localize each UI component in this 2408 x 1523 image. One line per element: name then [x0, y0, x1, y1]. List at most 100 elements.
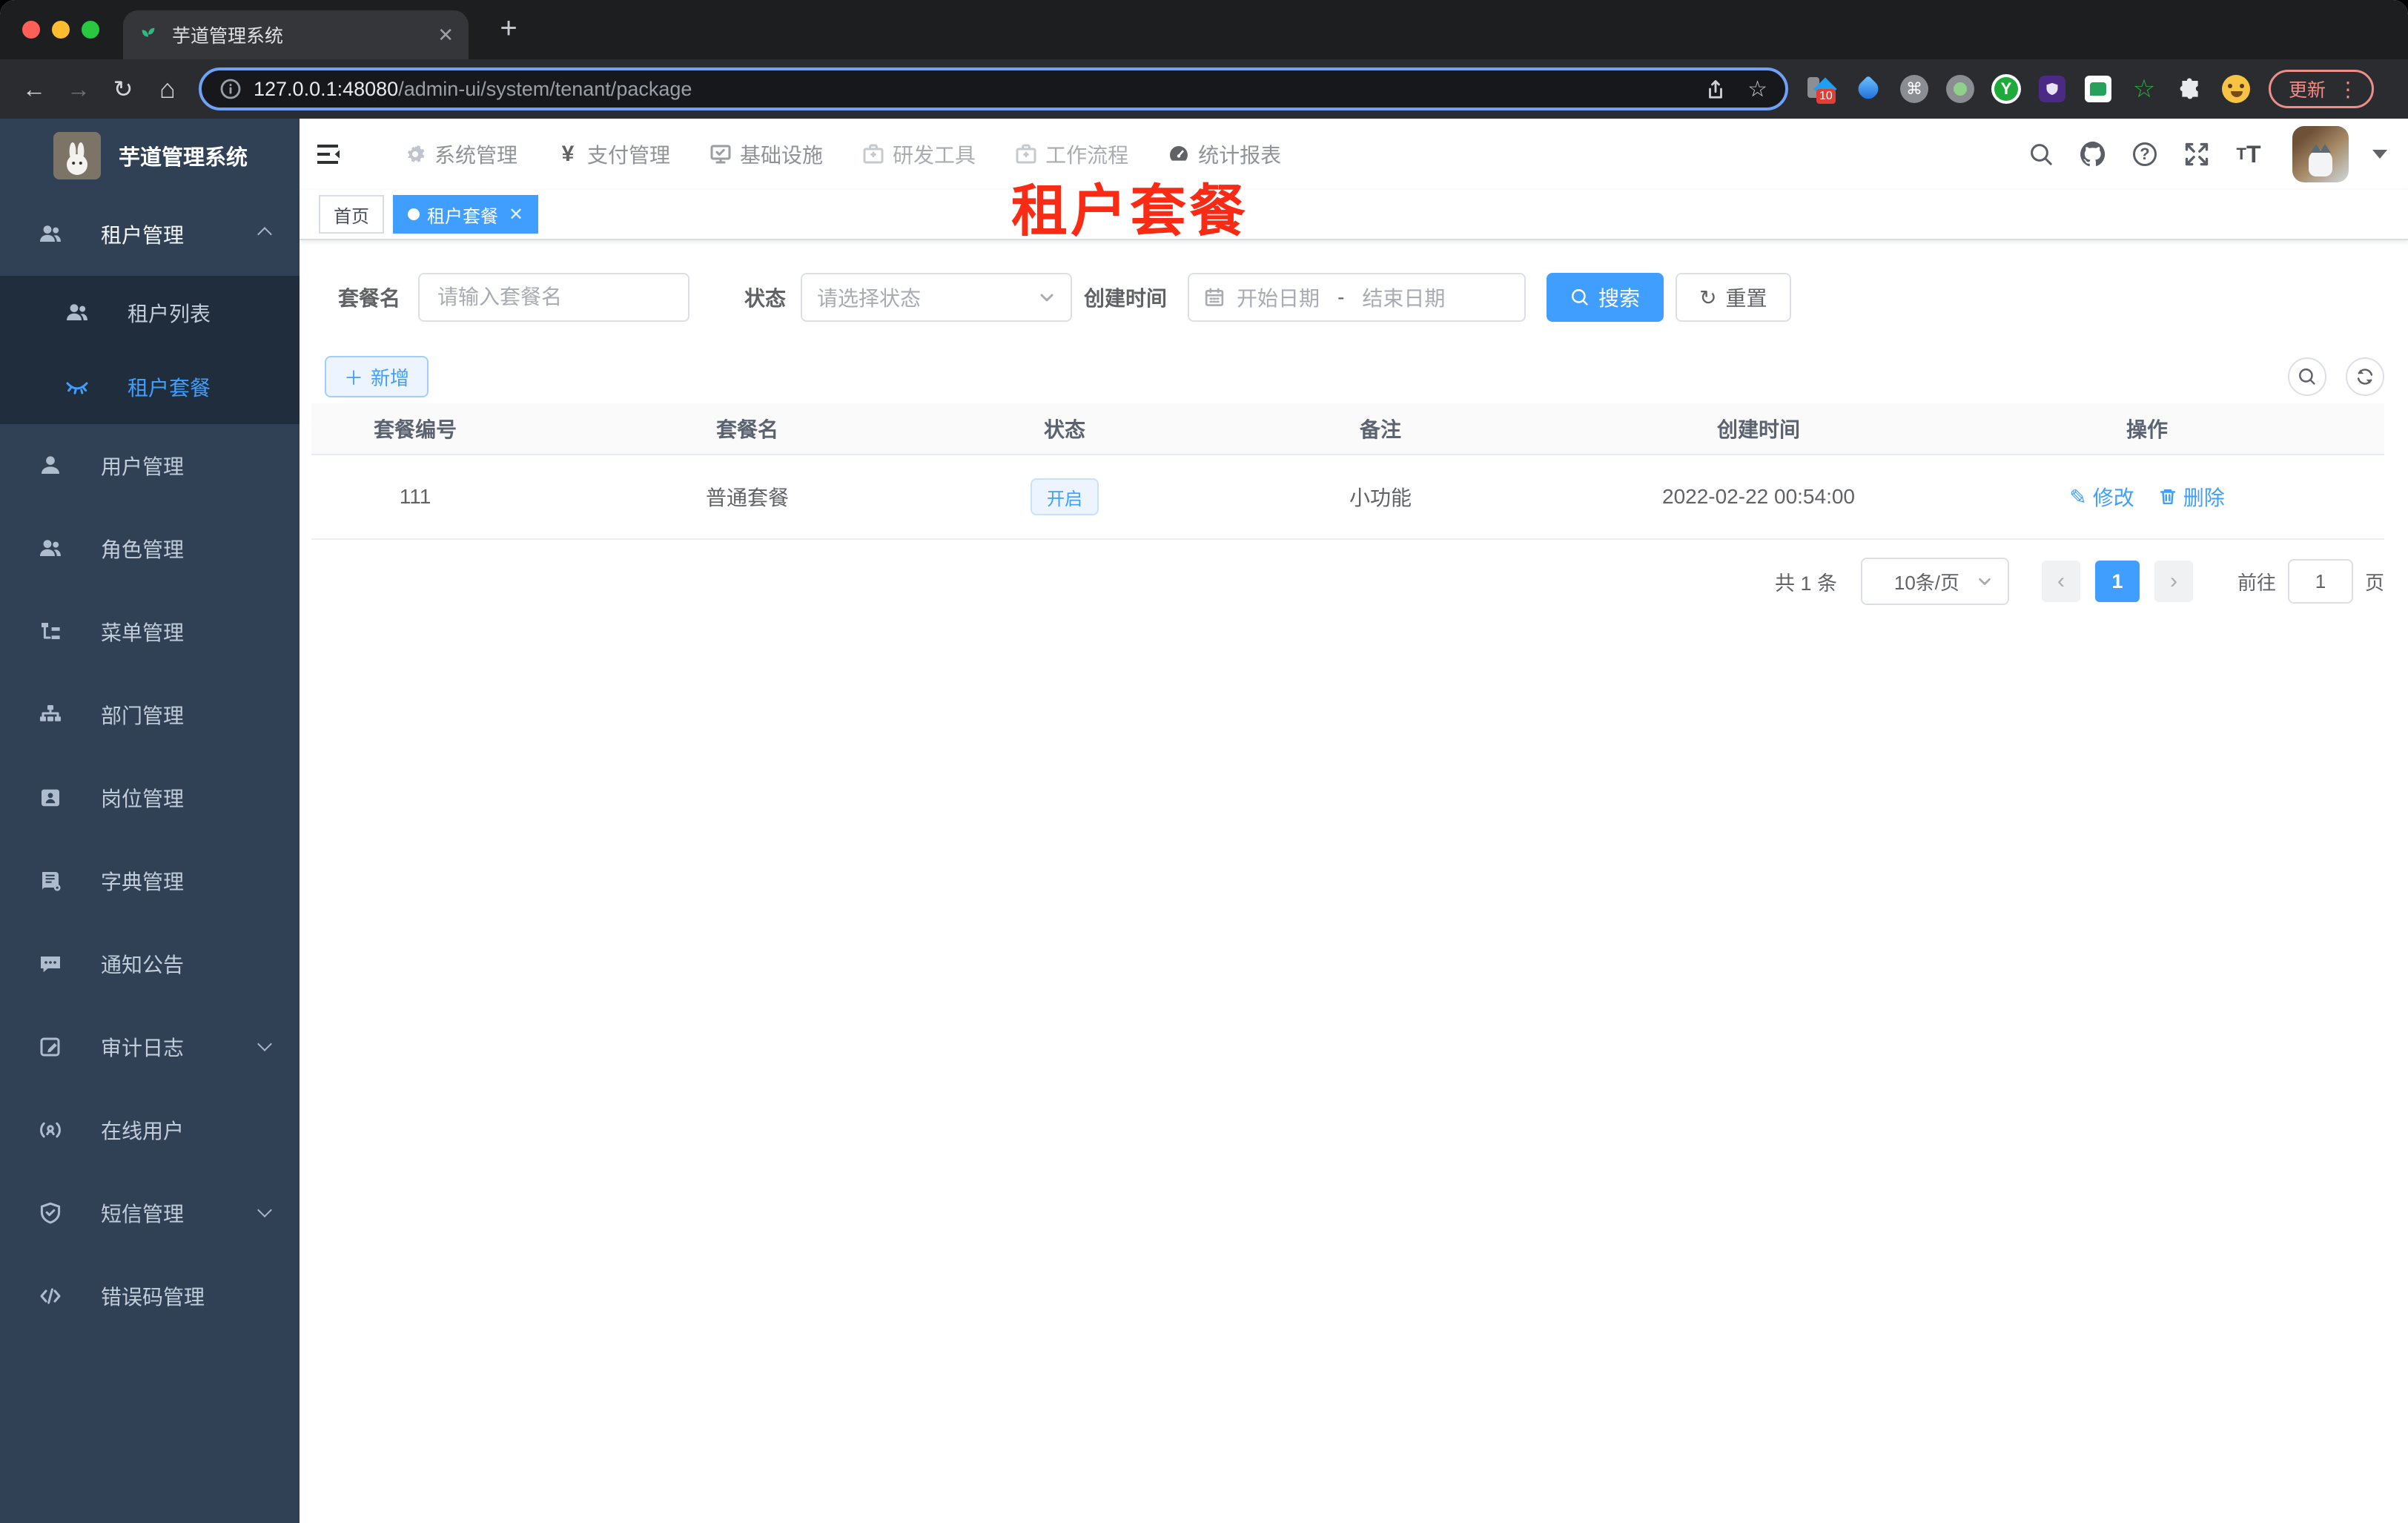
sidebar-item-online-users[interactable]: 在线用户 — [0, 1088, 300, 1172]
topnav-item-system[interactable]: 系统管理 — [403, 139, 517, 169]
sidebar-item-label: 短信管理 — [101, 1203, 185, 1226]
sidebar-item-label: 审计日志 — [101, 1037, 185, 1060]
minimize-window-button[interactable] — [52, 21, 70, 39]
status-placeholder: 请选择状态 — [817, 287, 922, 310]
delete-link[interactable]: 删除 — [2158, 482, 2225, 512]
url-host: 127.0.0.1:48080 — [254, 77, 399, 100]
topnav-label: 研发工具 — [893, 144, 976, 167]
chevron-up-icon — [257, 227, 272, 242]
package-name-input[interactable] — [418, 273, 690, 322]
sidebar-item-notice[interactable]: 通知公告 — [0, 922, 300, 1005]
tag-home[interactable]: 首页 — [319, 195, 384, 234]
sidebar-item-post-management[interactable]: 岗位管理 — [0, 756, 300, 839]
extension-icon[interactable] — [1945, 74, 1975, 104]
browser-tab[interactable]: 芋道管理系统 ✕ — [123, 10, 469, 59]
sidebar-item-sms-management[interactable]: 短信管理 — [0, 1172, 300, 1255]
extension-icon[interactable]: ☆ — [2129, 74, 2159, 104]
col-header: 状态 — [1043, 418, 1085, 441]
tab-title: 芋道管理系统 — [172, 26, 284, 47]
filter-date-label: 创建时间 — [1084, 287, 1168, 310]
sidebar-item-user-management[interactable]: 用户管理 — [0, 424, 300, 507]
prev-page-button[interactable]: ‹ — [2041, 561, 2080, 602]
back-icon[interactable]: ← — [15, 70, 53, 108]
sidebar-item-dept-management[interactable]: 部门管理 — [0, 673, 300, 756]
col-header: 创建时间 — [1716, 418, 1800, 441]
maximize-window-button[interactable] — [82, 21, 99, 39]
page-jump-input[interactable] — [2287, 559, 2353, 604]
new-tab-button[interactable]: + — [489, 12, 528, 45]
search-icon[interactable] — [2027, 140, 2055, 168]
fullscreen-icon[interactable] — [2183, 140, 2211, 168]
extension-icon[interactable] — [2221, 74, 2251, 104]
topnav-item-infra[interactable]: 基础设施 — [709, 139, 823, 169]
sidebar-menu: 租户管理 租户列表 租户套餐 用户管理 角色管理 菜单管理 部门管理 岗位管理 … — [0, 193, 300, 1338]
main-area: 系统管理 ¥ 支付管理 基础设施 研发工具 工作流程 统计报表 ? T T 首页… — [300, 119, 2408, 1523]
github-icon[interactable] — [2079, 140, 2107, 168]
tag-close-icon[interactable]: ✕ — [509, 204, 523, 225]
extension-icon[interactable]: ⌘ — [1899, 74, 1929, 104]
sidebar-item-tenant-management[interactable]: 租户管理 — [0, 193, 300, 276]
page-content: 套餐名 状态 请选择状态 创建时间 开始日期 - 结束日期 — [300, 240, 2408, 1523]
reset-button[interactable]: ↻ 重置 — [1676, 273, 1791, 322]
search-button[interactable]: 搜索 — [1547, 273, 1664, 322]
sidebar-item-dict-management[interactable]: 字典管理 — [0, 839, 300, 922]
dashboard-icon — [1167, 142, 1191, 166]
topnav-item-payment[interactable]: ¥ 支付管理 — [556, 139, 670, 169]
update-label: 更新 — [2289, 80, 2326, 101]
sidebar-item-label: 错误码管理 — [101, 1286, 205, 1309]
extension-icon[interactable] — [1853, 74, 1883, 104]
extension-icon[interactable]: Y — [1991, 74, 2021, 104]
filter-name-label: 套餐名 — [338, 287, 401, 310]
cell-remark: 小功能 — [1349, 486, 1412, 509]
search-button-label: 搜索 — [1598, 287, 1641, 310]
add-button[interactable]: ＋ 新增 — [325, 356, 429, 397]
home-icon[interactable]: ⌂ — [148, 70, 187, 108]
extensions-puzzle-icon[interactable] — [2175, 74, 2205, 104]
date-range-picker[interactable]: 开始日期 - 结束日期 — [1188, 273, 1526, 322]
help-icon[interactable]: ? — [2131, 140, 2159, 168]
bookmark-star-icon[interactable]: ☆ — [1747, 76, 1767, 102]
refresh-table-button[interactable] — [2346, 357, 2384, 396]
users-icon — [65, 301, 89, 325]
browser-update-chip[interactable]: 更新 ⋮ — [2269, 70, 2375, 108]
topnav-label: 系统管理 — [434, 144, 518, 167]
reset-button-label: 重置 — [1725, 287, 1767, 310]
close-window-button[interactable] — [22, 21, 40, 39]
url-bar[interactable]: 127.0.0.1:48080/admin-ui/system/tenant/p… — [199, 67, 1788, 110]
plus-icon: ＋ — [344, 366, 364, 389]
delete-label: 删除 — [2183, 486, 2225, 509]
next-page-button[interactable]: › — [2154, 561, 2193, 602]
browser-menu-icon[interactable]: ⋮ — [2338, 77, 2358, 102]
table-row[interactable]: 111 普通套餐 开启 小功能 2022-02-22 00:54:00 ✎ 修改 … — [311, 455, 2384, 540]
sidebar-collapse-icon[interactable] — [311, 138, 344, 171]
sidebar-item-menu-management[interactable]: 菜单管理 — [0, 590, 300, 673]
toggle-search-button[interactable] — [2288, 357, 2326, 396]
user-avatar[interactable] — [2292, 126, 2349, 182]
share-icon[interactable] — [1704, 78, 1727, 100]
font-size-icon[interactable]: TT — [2235, 140, 2263, 168]
tag-tenant-package[interactable]: 租户套餐 ✕ — [393, 195, 539, 234]
sidebar-item-tenant-list[interactable]: 租户列表 — [0, 276, 300, 350]
avatar-caret-icon[interactable] — [2372, 150, 2387, 166]
sidebar-item-error-code[interactable]: 错误码管理 — [0, 1255, 300, 1338]
refresh-icon: ↻ — [1699, 285, 1717, 309]
extension-icon[interactable] — [2083, 74, 2113, 104]
edit-link[interactable]: ✎ 修改 — [2069, 482, 2134, 512]
topnav-item-workflow[interactable]: 工作流程 — [1014, 139, 1128, 169]
status-select[interactable]: 请选择状态 — [801, 273, 1073, 322]
site-info-icon[interactable] — [219, 78, 242, 100]
forward-icon[interactable]: → — [59, 70, 98, 108]
current-page-button[interactable]: 1 — [2094, 561, 2140, 602]
page-size-select[interactable]: 10条/页 — [1860, 558, 2009, 605]
sidebar-item-role-management[interactable]: 角色管理 — [0, 507, 300, 590]
topnav-item-devtools[interactable]: 研发工具 — [861, 139, 976, 169]
topnav-item-reports[interactable]: 统计报表 — [1167, 139, 1281, 169]
filter-status-label: 状态 — [744, 287, 787, 310]
sidebar-item-audit-log[interactable]: 审计日志 — [0, 1005, 300, 1088]
extension-icon[interactable] — [2037, 74, 2067, 104]
sidebar-item-tenant-package[interactable]: 租户套餐 — [0, 350, 300, 424]
reload-icon[interactable]: ↻ — [104, 70, 142, 108]
window-controls — [22, 21, 99, 39]
extension-icon[interactable]: 10 — [1807, 74, 1837, 104]
tab-close-icon[interactable]: ✕ — [437, 24, 454, 47]
